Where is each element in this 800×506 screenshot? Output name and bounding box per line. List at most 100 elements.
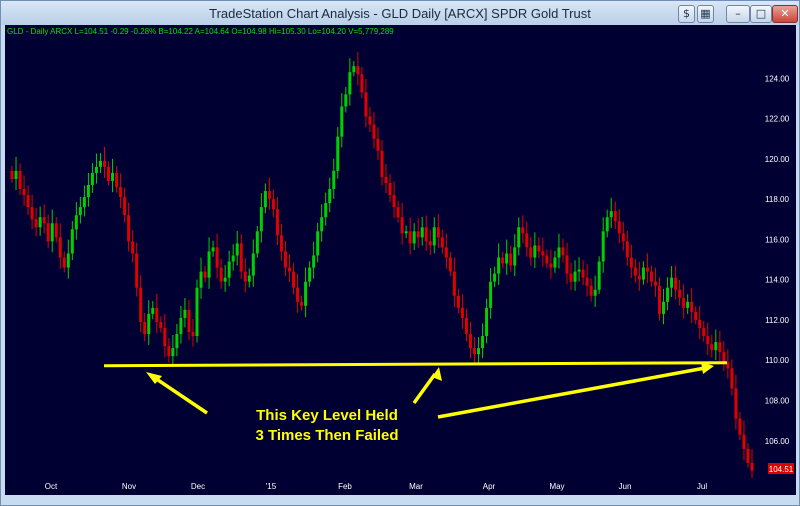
candle-body	[62, 257, 66, 268]
candle-body	[300, 301, 304, 306]
candle-body	[147, 313, 151, 335]
candle-body	[521, 227, 525, 234]
candle-body	[163, 327, 167, 347]
minimize-button[interactable]: –	[726, 5, 750, 23]
candle-body	[686, 301, 690, 308]
candle-body	[464, 317, 468, 335]
candle-body	[211, 247, 215, 252]
time-axis-label: Jul	[697, 482, 707, 491]
price-axis-label: 116.00	[765, 235, 789, 244]
candle-body	[227, 261, 231, 278]
candle-body	[336, 136, 340, 171]
candle-body	[400, 217, 404, 234]
candle-body	[388, 182, 392, 196]
candle-body	[734, 388, 738, 419]
candle-body	[143, 321, 147, 335]
candle-body	[70, 229, 74, 254]
candle-body	[179, 317, 183, 335]
chart-plot-area[interactable]: GLD - Daily ARCX L=104.51 -0.29 -0.28% B…	[5, 25, 796, 478]
candle-body	[94, 166, 98, 173]
candle-body	[123, 197, 127, 216]
candle-body	[30, 207, 34, 220]
candle-body	[694, 311, 698, 320]
price-axis-label: 122.00	[765, 115, 790, 124]
candle-body	[428, 241, 432, 246]
price-axis-label: 110.00	[765, 356, 789, 365]
candle-body	[187, 309, 191, 333]
candle-body	[207, 251, 211, 278]
candle-body	[167, 346, 171, 357]
symbol-linking-button[interactable]: $	[678, 5, 695, 23]
candle-body	[698, 319, 702, 328]
candle-body	[191, 332, 195, 337]
candle-body	[380, 150, 384, 177]
time-axis-label: Dec	[191, 482, 205, 491]
candle-body	[412, 231, 416, 244]
arrow-mar	[412, 372, 437, 405]
candle-body	[243, 271, 247, 282]
candle-body	[408, 231, 412, 244]
candle-body	[493, 273, 497, 282]
arrow-jul	[437, 366, 706, 419]
candle-body	[460, 307, 464, 318]
candle-body	[34, 219, 38, 228]
candle-body	[625, 241, 629, 258]
candle-body	[332, 170, 336, 190]
candle-body	[662, 301, 666, 314]
candle-body	[308, 267, 312, 282]
candle-body	[525, 233, 529, 248]
candle-body	[103, 160, 106, 167]
candle-body	[312, 255, 316, 268]
candle-body	[275, 209, 279, 236]
annotation-arrows	[146, 362, 714, 419]
candle-body	[690, 301, 694, 312]
time-axis-label: Nov	[122, 482, 136, 491]
grid-linking-button[interactable]: ▦	[697, 5, 714, 23]
price-axis-label: 124.00	[765, 74, 790, 83]
candle-body	[283, 251, 287, 268]
candle-body	[340, 106, 344, 137]
time-axis: Oct Nov Dec '15 Feb Mar Apr May Jun Jul	[5, 478, 796, 495]
candle-body	[235, 243, 239, 256]
candle-body	[14, 170, 18, 179]
price-axis-label: 114.00	[765, 276, 789, 285]
candle-body	[541, 251, 545, 256]
candle-body	[513, 247, 517, 266]
candle-body	[195, 287, 199, 337]
candle-body	[456, 295, 460, 308]
candle-body	[360, 74, 364, 93]
candle-body	[368, 116, 372, 125]
candle-body	[135, 253, 139, 288]
candle-body	[722, 352, 726, 363]
candle-body	[151, 307, 155, 314]
candle-body	[159, 321, 163, 328]
candle-body	[436, 227, 440, 238]
candle-body	[738, 418, 742, 435]
candle-body	[58, 237, 62, 258]
title-bar[interactable]: TradeStation Chart Analysis - GLD Daily …	[1, 1, 799, 25]
candle-body	[54, 223, 58, 238]
candle-body	[231, 255, 235, 262]
maximize-button[interactable]: □	[750, 5, 772, 23]
candle-body	[617, 221, 621, 234]
candle-body	[658, 285, 661, 314]
candle-body	[304, 281, 308, 306]
candle-body	[742, 434, 746, 449]
candle-body	[271, 199, 275, 210]
time-axis-labels: Oct Nov Dec '15 Feb Mar Apr May Jun Jul	[45, 482, 708, 491]
candle-body	[581, 269, 585, 278]
candle-body	[215, 247, 219, 268]
candle-body	[328, 189, 332, 204]
candle-body	[702, 327, 706, 337]
last-price-marker: 104.51	[768, 463, 794, 474]
close-button[interactable]: ✕	[772, 5, 798, 23]
candle-body	[259, 207, 263, 232]
candle-body	[557, 247, 561, 258]
candle-body	[219, 267, 223, 282]
candle-body	[175, 334, 179, 349]
price-axis-label: 118.00	[765, 195, 789, 204]
price-axis-label: 120.00	[765, 155, 790, 164]
arrow-nov	[151, 374, 208, 415]
candle-body	[489, 281, 493, 308]
candle-body	[66, 253, 70, 268]
